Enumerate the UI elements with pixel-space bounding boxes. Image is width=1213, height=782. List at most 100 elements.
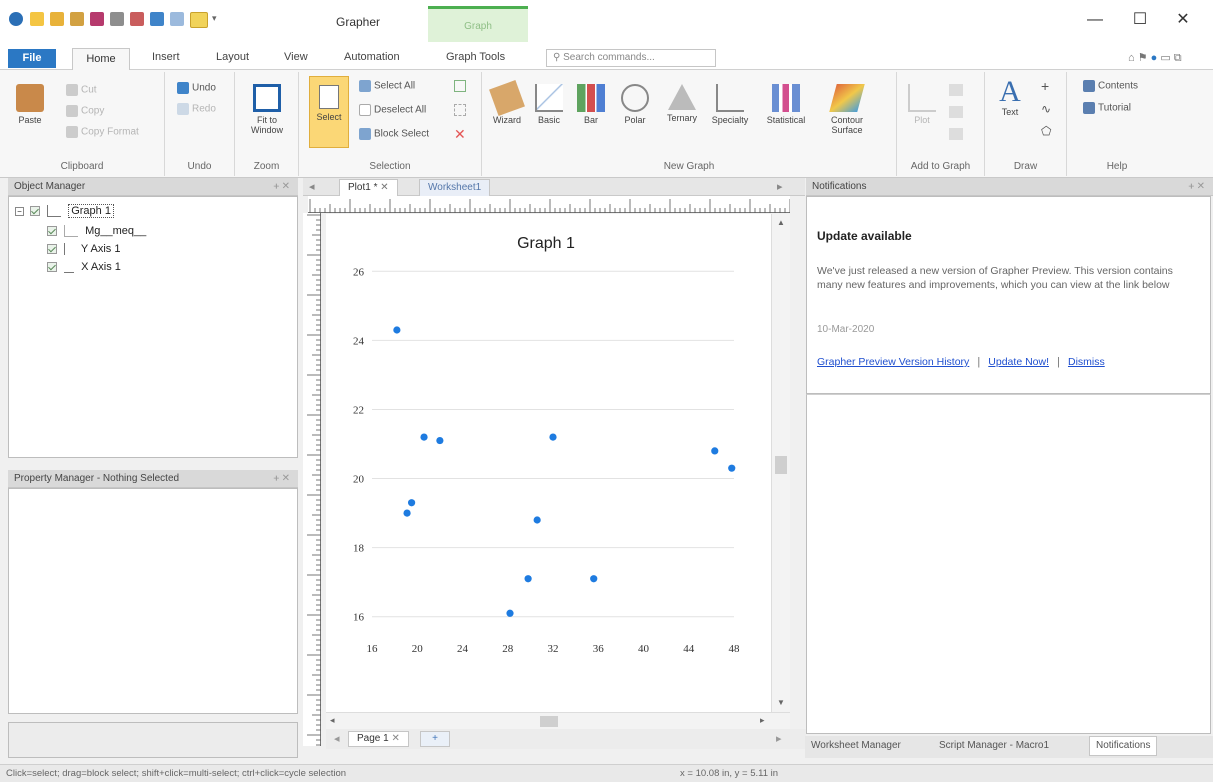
data-point[interactable] (436, 436, 444, 445)
polyline-icon[interactable]: ∿ (1041, 102, 1051, 116)
tree-item-x-axis[interactable]: X Axis 1 (47, 261, 121, 274)
redo-icon[interactable] (170, 12, 184, 26)
redo-button[interactable]: Redo (177, 103, 216, 115)
statistical-graph-button[interactable]: Statistical (760, 84, 812, 125)
add-plot-button[interactable]: Plot (905, 84, 939, 125)
tree-item-y-axis[interactable]: Y Axis 1 (47, 243, 120, 256)
tab-script-manager[interactable]: Script Manager - Macro1 (939, 740, 1049, 751)
select-tool-icon[interactable] (190, 12, 208, 28)
y-tick-label[interactable]: 18 (353, 543, 365, 555)
x-tick-label[interactable]: 44 (683, 643, 695, 655)
scroll-left-icon[interactable]: ◂ (330, 715, 335, 726)
y-tick-label[interactable]: 20 (353, 474, 365, 486)
x-tick-label[interactable]: 32 (548, 643, 559, 655)
bar-graph-button[interactable]: Bar (574, 84, 608, 125)
print-preview-icon[interactable] (130, 12, 144, 26)
pin-close-icons[interactable]: ᚐ ✕ (274, 470, 290, 488)
close-button[interactable]: ✕ (1163, 8, 1203, 32)
x-tick-label[interactable]: 28 (502, 643, 514, 655)
text-button[interactable]: A Text (993, 76, 1027, 118)
vertical-scrollbar[interactable]: ▲ ▼ (771, 214, 790, 712)
scroll-down-icon[interactable]: ▼ (777, 698, 785, 707)
paste-button[interactable]: Paste (10, 84, 50, 125)
fit-to-window-button[interactable]: Fit to Window (243, 84, 291, 135)
x-tick-label[interactable]: 40 (638, 643, 650, 655)
y-tick-label[interactable]: 26 (353, 266, 365, 278)
group-icon[interactable] (454, 80, 466, 92)
y-tick-label[interactable]: 16 (353, 612, 365, 624)
horizontal-scrollbar[interactable]: ◂ ▸ (326, 712, 790, 729)
copy-format-button[interactable]: Copy Format (66, 126, 139, 138)
minimize-button[interactable]: — (1075, 8, 1115, 32)
tree-item-plot[interactable]: Mg__meq__ (47, 225, 146, 238)
data-point[interactable] (420, 433, 428, 441)
tab-file[interactable]: File (8, 49, 56, 68)
tab-worksheet1[interactable]: Worksheet1 (419, 179, 491, 196)
data-point[interactable] (711, 447, 719, 455)
print-icon[interactable] (110, 12, 124, 26)
delete-icon[interactable]: ✕ (454, 126, 466, 143)
contour-surface-button[interactable]: Contour Surface (818, 84, 876, 135)
open-folder-icon[interactable] (70, 12, 84, 26)
page-scroll-right-icon[interactable]: ▸ (776, 732, 782, 745)
data-point[interactable] (506, 609, 514, 617)
tab-automation[interactable]: Automation (344, 51, 400, 63)
checkbox[interactable] (47, 226, 57, 237)
polar-graph-button[interactable]: Polar (618, 84, 652, 125)
update-now-link[interactable]: Update Now! (988, 356, 1049, 368)
data-point[interactable] (549, 433, 557, 441)
contents-button[interactable]: Contents (1083, 80, 1138, 92)
copy-button[interactable]: Copy (66, 105, 104, 117)
tab-plot1[interactable]: Plot1 * ✕ (339, 179, 398, 196)
y-tick-label[interactable]: 22 (353, 404, 364, 416)
pin-close-icons[interactable]: ᚐ ✕ (1189, 178, 1205, 196)
deselect-all-button[interactable]: Deselect All (359, 104, 426, 116)
polygon-icon[interactable]: ⬠ (1041, 124, 1051, 138)
chart-title[interactable]: Graph 1 (517, 235, 575, 252)
search-input[interactable]: ⚲ Search commands... (546, 49, 716, 67)
collapse-icon[interactable]: − (15, 207, 24, 216)
data-point[interactable] (533, 516, 541, 524)
select-button[interactable]: Select (309, 76, 349, 148)
scroll-thumb[interactable] (775, 456, 787, 474)
tab-scroll-right-icon[interactable]: ▸ (777, 180, 783, 193)
checkbox[interactable] (30, 206, 41, 217)
data-point[interactable] (393, 326, 401, 334)
add-fit-icon[interactable] (949, 128, 963, 140)
data-point[interactable] (590, 575, 598, 583)
scatter-chart[interactable]: Graph 1 16 18 20 22 24 26 16 20 24 28 32 36 40 44 48 (326, 214, 771, 712)
help-options-icons[interactable]: ⌂ ⚑ ● ▭ ⧉ (1128, 51, 1182, 65)
qat-dropdown-icon[interactable]: ▾ (212, 13, 217, 24)
open-icon[interactable] (50, 12, 64, 26)
y-tick-label[interactable]: 24 (353, 335, 365, 347)
undo-button[interactable]: Undo (177, 82, 216, 94)
x-tick-label[interactable]: 20 (412, 643, 424, 655)
tree-item-graph[interactable]: − Graph 1 (15, 204, 114, 218)
data-point[interactable] (728, 464, 736, 472)
scroll-right-icon[interactable]: ▸ (760, 715, 765, 726)
plot-canvas[interactable]: Graph 1 16 18 20 22 24 26 16 20 24 28 32 36 40 44 48 (326, 214, 790, 712)
x-tick-label[interactable]: 36 (593, 643, 605, 655)
data-point[interactable] (524, 575, 532, 583)
checkbox[interactable] (47, 244, 57, 255)
save-icon[interactable] (90, 12, 104, 26)
scroll-up-icon[interactable]: ▲ (777, 218, 785, 227)
add-page-button[interactable]: + (420, 731, 450, 747)
pin-close-icons[interactable]: ᚐ ✕ (274, 178, 290, 196)
ungroup-icon[interactable] (454, 104, 466, 116)
new-icon[interactable] (30, 12, 44, 26)
cut-button[interactable]: Cut (66, 84, 97, 96)
tab-notifications[interactable]: Notifications (1089, 736, 1158, 756)
x-tick-label[interactable]: 16 (367, 643, 379, 655)
data-point[interactable] (407, 499, 416, 507)
dismiss-link[interactable]: Dismiss (1068, 356, 1105, 368)
tab-layout[interactable]: Layout (216, 51, 249, 63)
tab-worksheet-manager[interactable]: Worksheet Manager (811, 740, 901, 751)
tab-graph-tools[interactable]: Graph Tools (446, 51, 505, 63)
add-legend-icon[interactable] (949, 106, 963, 118)
ternary-graph-button[interactable]: Ternary (662, 84, 702, 123)
block-select-button[interactable]: Block Select (359, 128, 429, 140)
maximize-button[interactable]: ☐ (1120, 8, 1160, 32)
tab-page1[interactable]: Page 1 ✕ (348, 731, 409, 747)
x-tick-label[interactable]: 24 (457, 643, 469, 655)
